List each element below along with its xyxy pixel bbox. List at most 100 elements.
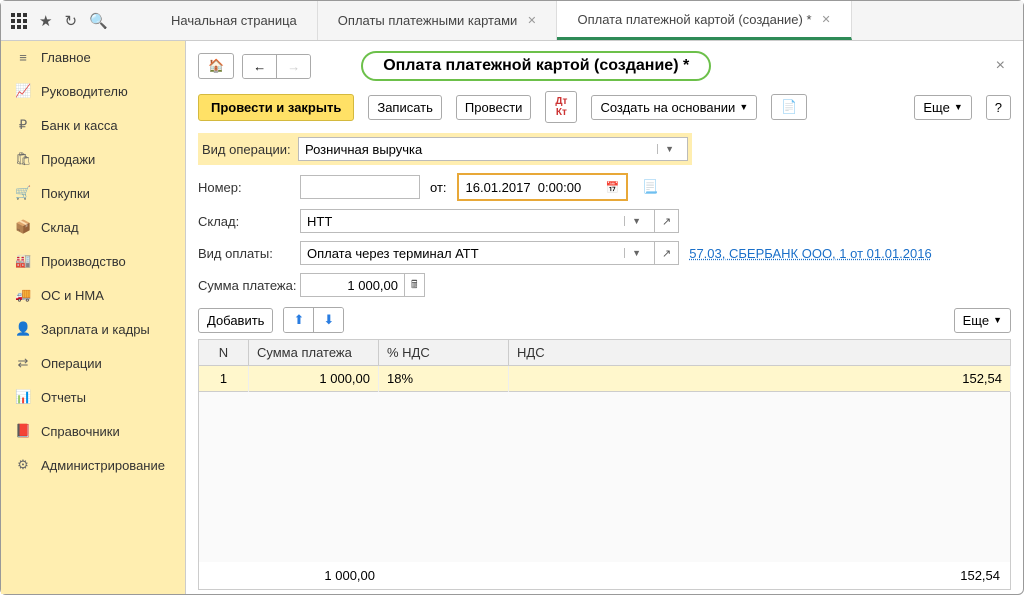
date-label: от: bbox=[430, 180, 447, 195]
close-page-button[interactable]: × bbox=[990, 57, 1011, 75]
sidebar-item-references[interactable]: 📕Справочники bbox=[1, 414, 185, 448]
payments-table: N Сумма платежа % НДС НДС 1 1 000,00 18%… bbox=[198, 339, 1011, 392]
footer-amount: 1 000,00 bbox=[253, 564, 383, 587]
sidebar-item-label: Зарплата и кадры bbox=[41, 322, 150, 337]
top-bar: ★ ↻ 🔍 Начальная страница Оплаты платежны… bbox=[1, 1, 1023, 41]
forward-button[interactable]: → bbox=[277, 55, 310, 78]
sidebar-item-production[interactable]: 🏭Производство bbox=[1, 244, 185, 278]
debit-credit-button[interactable]: ДтКт bbox=[545, 91, 577, 123]
cart-icon: 🛒 bbox=[15, 185, 31, 201]
save-button[interactable]: Записать bbox=[368, 95, 442, 120]
cell-amount: 1 000,00 bbox=[249, 366, 379, 392]
op-type-select[interactable]: Розничная выручка ▼ bbox=[298, 137, 688, 161]
page-title: Оплата платежной картой (создание) * bbox=[361, 51, 711, 81]
add-row-button[interactable]: Добавить bbox=[198, 308, 273, 333]
row-move-buttons: ⬆ ⬇ bbox=[283, 307, 344, 333]
back-button[interactable]: ← bbox=[243, 55, 277, 78]
attachments-button[interactable]: 📄 bbox=[771, 94, 807, 120]
tab-label: Начальная страница bbox=[171, 13, 297, 28]
sidebar-item-reports[interactable]: 📊 Отчеты bbox=[1, 380, 185, 414]
close-icon[interactable]: ✕ bbox=[527, 14, 536, 27]
pay-type-value: Оплата через терминал АТТ bbox=[307, 246, 479, 261]
factory-icon: 🏭 bbox=[15, 253, 31, 269]
calendar-icon[interactable]: 📅 bbox=[600, 176, 626, 198]
col-vat-pct[interactable]: % НДС bbox=[379, 340, 509, 366]
number-input[interactable] bbox=[300, 175, 420, 199]
warehouse-select[interactable]: НТТ ▼ bbox=[300, 209, 655, 233]
button-label: Еще bbox=[963, 313, 989, 328]
button-label: Еще bbox=[923, 100, 949, 115]
calculator-icon[interactable]: 🖩 bbox=[405, 273, 425, 297]
debit-credit-icon: ⇄ bbox=[15, 355, 31, 371]
table-row[interactable]: 1 1 000,00 18% 152,54 bbox=[199, 366, 1011, 392]
op-type-value: Розничная выручка bbox=[305, 142, 422, 157]
sidebar-item-manager[interactable]: 📈 Руководителю bbox=[1, 74, 185, 108]
open-ref-button[interactable]: ↗ bbox=[655, 209, 679, 233]
more-button[interactable]: Еще ▼ bbox=[914, 95, 971, 120]
sidebar-item-label: Руководителю bbox=[41, 84, 128, 99]
col-n[interactable]: N bbox=[199, 340, 249, 366]
menu-icon: ≡ bbox=[15, 50, 31, 65]
close-icon[interactable]: ✕ bbox=[822, 13, 831, 26]
home-button[interactable]: 🏠 bbox=[198, 53, 234, 79]
bars-icon: 📊 bbox=[15, 389, 31, 405]
gear-icon: ⚙ bbox=[15, 457, 31, 473]
sidebar-item-hr[interactable]: 👤Зарплата и кадры bbox=[1, 312, 185, 346]
op-type-label: Вид операции: bbox=[202, 142, 298, 157]
move-down-button[interactable]: ⬇ bbox=[314, 308, 343, 332]
tab-card-payment-create[interactable]: Оплата платежной картой (создание) *✕ bbox=[557, 1, 851, 40]
table-empty-area[interactable] bbox=[198, 392, 1011, 562]
chevron-down-icon: ▼ bbox=[739, 102, 748, 112]
button-label: Создать на основании bbox=[600, 100, 735, 115]
apps-icon[interactable] bbox=[11, 13, 27, 29]
chart-icon: 📈 bbox=[15, 83, 31, 99]
table-more-button[interactable]: Еще ▼ bbox=[954, 308, 1011, 333]
cell-vat-pct: 18% bbox=[379, 366, 509, 392]
sidebar-item-warehouse[interactable]: 📦Склад bbox=[1, 210, 185, 244]
search-icon[interactable]: 🔍 bbox=[89, 12, 108, 30]
chevron-down-icon[interactable]: ▼ bbox=[624, 248, 648, 258]
account-link[interactable]: 57.03, СБЕРБАНК ООО, 1 от 01.01.2016 bbox=[689, 246, 931, 261]
table-footer: 1 000,00 152,54 bbox=[198, 562, 1011, 590]
col-vat[interactable]: НДС bbox=[509, 340, 1011, 366]
ruble-icon: ₽ bbox=[15, 117, 31, 133]
sidebar-item-label: Отчеты bbox=[41, 390, 86, 405]
create-based-button[interactable]: Создать на основании ▼ bbox=[591, 95, 757, 120]
warehouse-label: Склад: bbox=[198, 214, 300, 229]
history-icon[interactable]: ↻ bbox=[64, 12, 77, 30]
nav-buttons: ← → bbox=[242, 54, 311, 79]
book-icon: 📕 bbox=[15, 423, 31, 439]
truck-icon: 🚚 bbox=[15, 287, 31, 303]
help-button[interactable]: ? bbox=[986, 95, 1011, 120]
tab-bar: Начальная страница Оплаты платежными кар… bbox=[151, 1, 852, 40]
sidebar-item-label: Главное bbox=[41, 50, 91, 65]
open-ref-button[interactable]: ↗ bbox=[655, 241, 679, 265]
content-area: 🏠 ← → Оплата платежной картой (создание)… bbox=[186, 41, 1023, 594]
sidebar-item-label: Банк и касса bbox=[41, 118, 118, 133]
sidebar-item-label: ОС и НМА bbox=[41, 288, 104, 303]
star-icon[interactable]: ★ bbox=[39, 12, 52, 30]
amount-input[interactable] bbox=[300, 273, 405, 297]
chevron-down-icon[interactable]: ▼ bbox=[657, 144, 681, 154]
print-form-icon[interactable]: 📃 bbox=[642, 179, 658, 195]
sidebar-item-bank[interactable]: ₽ Банк и касса bbox=[1, 108, 185, 142]
col-amount[interactable]: Сумма платежа bbox=[249, 340, 379, 366]
tab-home[interactable]: Начальная страница bbox=[151, 1, 318, 40]
post-and-close-button[interactable]: Провести и закрыть bbox=[198, 94, 354, 121]
move-up-button[interactable]: ⬆ bbox=[284, 308, 314, 332]
post-button[interactable]: Провести bbox=[456, 95, 532, 120]
sidebar-item-main[interactable]: ≡ Главное bbox=[1, 41, 185, 74]
sidebar-item-assets[interactable]: 🚚 ОС и НМА bbox=[1, 278, 185, 312]
sidebar-item-label: Продажи bbox=[41, 152, 95, 167]
sidebar-item-operations[interactable]: ⇄ Операции bbox=[1, 346, 185, 380]
sidebar-item-sales[interactable]: 🛍Продажи bbox=[1, 142, 185, 176]
date-input[interactable] bbox=[460, 176, 600, 198]
sidebar-item-admin[interactable]: ⚙Администрирование bbox=[1, 448, 185, 482]
pay-type-select[interactable]: Оплата через терминал АТТ ▼ bbox=[300, 241, 655, 265]
sidebar-item-purchases[interactable]: 🛒Покупки bbox=[1, 176, 185, 210]
sidebar-item-label: Операции bbox=[41, 356, 102, 371]
chevron-down-icon[interactable]: ▼ bbox=[624, 216, 648, 226]
tab-card-payments[interactable]: Оплаты платежными картами✕ bbox=[318, 1, 558, 40]
footer-vat: 152,54 bbox=[517, 564, 1008, 587]
sidebar-item-label: Склад bbox=[41, 220, 79, 235]
